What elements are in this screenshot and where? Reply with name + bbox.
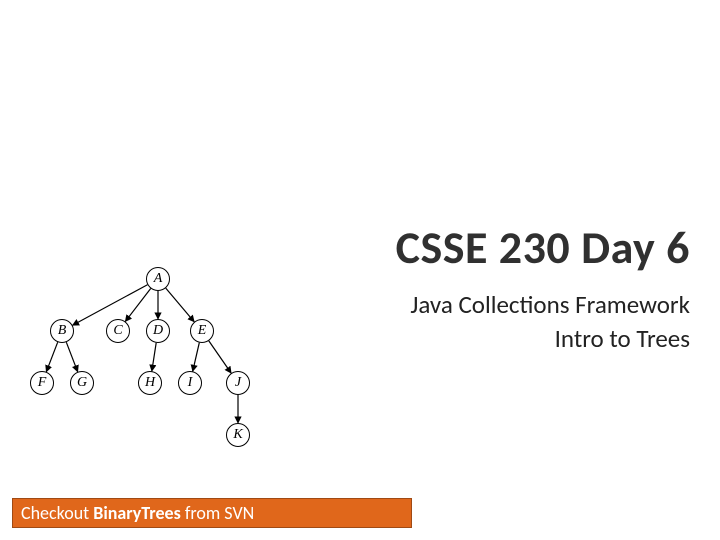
- slide-subtitle: Java Collections Framework Intro to Tree…: [410, 288, 690, 356]
- checkout-banner: Checkout BinaryTrees from SVN: [12, 498, 412, 528]
- subtitle-line-1: Java Collections Framework: [410, 288, 690, 322]
- tree-node-k: K: [226, 423, 250, 447]
- tree-node-f: F: [30, 371, 54, 395]
- subtitle-line-2: Intro to Trees: [410, 322, 690, 356]
- tree-node-j: J: [226, 371, 250, 395]
- tree-diagram: A B CDE FG HIJ K: [30, 267, 270, 467]
- tree-node-d: D: [146, 319, 170, 343]
- tree-node-c: C: [106, 319, 130, 343]
- slide-title: CSSE 230 Day 6: [396, 220, 690, 276]
- tree-node-e: E: [190, 319, 214, 343]
- tree-node-i: I: [178, 371, 202, 395]
- tree-node-g: G: [70, 371, 94, 395]
- tree-node-a: A: [146, 267, 170, 291]
- tree-node-b: B: [50, 319, 74, 343]
- tree-node-h: H: [138, 371, 162, 395]
- footer-bold: BinaryTrees: [93, 502, 181, 524]
- footer-prefix: Checkout: [21, 502, 93, 524]
- footer-suffix: from SVN: [181, 502, 254, 524]
